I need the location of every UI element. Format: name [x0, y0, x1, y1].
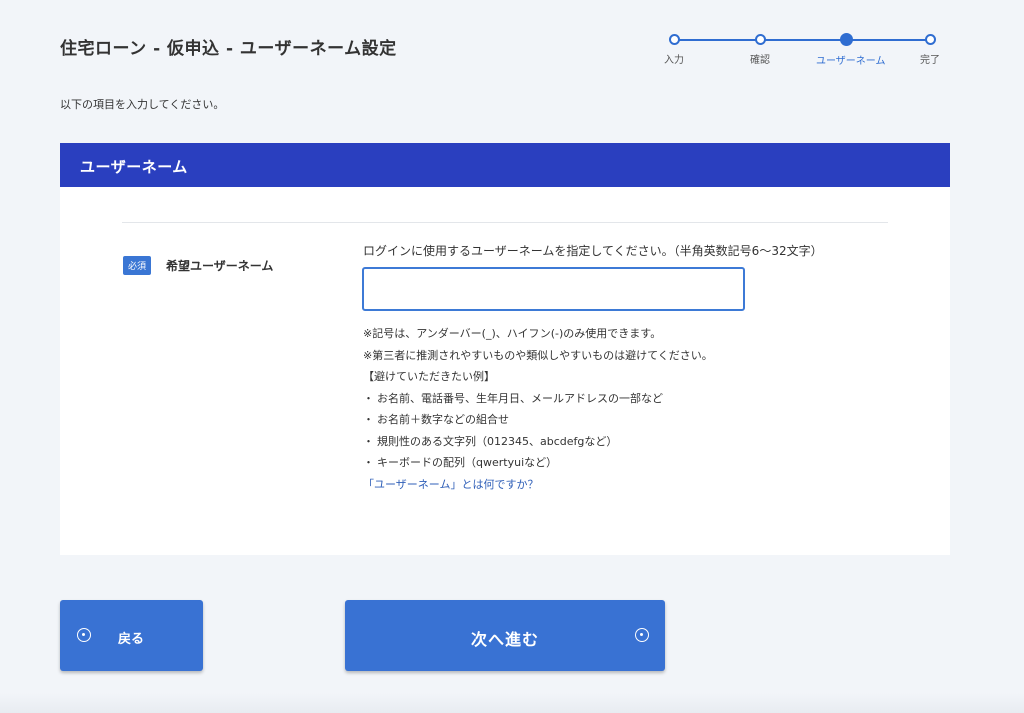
stepper-line [674, 39, 930, 41]
step-username: ユーザーネーム [816, 32, 886, 67]
list-item: ・ お名前＋数字などの組合せ [363, 409, 713, 431]
list-item: ・ キーボードの配列（qwertyuiなど） [363, 452, 713, 474]
next-button[interactable]: 次へ進む [345, 600, 665, 671]
list-item: ・ お名前、電話番号、生年月日、メールアドレスの一部など [363, 388, 713, 410]
step-dot [668, 34, 680, 45]
username-card: ユーザーネーム 必須 希望ユーザーネーム ログインに使用するユーザーネームを指定… [60, 143, 950, 555]
card-header: ユーザーネーム [60, 143, 950, 187]
username-input[interactable] [362, 267, 745, 311]
step-dot [924, 34, 936, 45]
bullet-mark: ・ [363, 434, 374, 448]
bullet-mark: ・ [363, 456, 374, 469]
step-dot [839, 33, 853, 46]
step-label: 確認 [750, 55, 770, 66]
required-badge: 必須 [123, 256, 152, 275]
page-title: 住宅ローン - 仮申込 - ユーザーネーム設定 [60, 39, 397, 59]
step-label: ユーザーネーム [816, 56, 886, 67]
list-item: ・ 規則性のある文字列（012345、abcdefgなど） [363, 431, 713, 453]
field-instruction: ログインに使用するユーザーネームを指定してください。（半角英数記号6〜32文字） [363, 244, 823, 258]
step-dot [754, 34, 766, 45]
page-footer-shade [0, 693, 1024, 713]
username-help-link[interactable]: 「ユーザーネーム」とは何ですか？ [363, 478, 538, 491]
step-confirm: 確認 [730, 32, 790, 66]
circle-dot-icon [77, 628, 91, 642]
progress-stepper: 入力 確認 ユーザーネーム 完了 [652, 32, 952, 72]
username-field-label: 希望ユーザーネーム [166, 259, 274, 273]
examples-title: 【避けていただきたい例】 [363, 370, 495, 383]
example-text: キーボードの配列（qwertyuiなど） [377, 456, 558, 469]
divider [122, 222, 888, 223]
note-symbols: ※記号は、アンダーバー(_)、ハイフン(-)のみ使用できます。 [363, 327, 662, 340]
bullet-mark: ・ [363, 391, 374, 405]
step-input: 入力 [644, 32, 704, 66]
example-text: お名前、電話番号、生年月日、メールアドレスの一部など [377, 391, 663, 405]
bullet-mark: ・ [363, 413, 374, 426]
note-avoid: ※第三者に推測されやすいものや類似しやすいものは避けてください。 [363, 348, 713, 362]
circle-dot-icon [635, 628, 649, 642]
back-button-label: 戻る [118, 632, 145, 647]
example-text: 規則性のある文字列（012345、abcdefgなど） [377, 434, 618, 448]
step-complete: 完了 [900, 32, 960, 66]
back-button[interactable]: 戻る [60, 600, 203, 671]
step-label: 完了 [920, 55, 940, 66]
next-button-label: 次へ進む [470, 630, 539, 649]
intro-text: 以下の項目を入力してください。 [60, 98, 225, 111]
step-label: 入力 [664, 55, 684, 66]
field-notes: ※記号は、アンダーバー(_)、ハイフン(-)のみ使用できます。 ※第三者に推測さ… [363, 323, 713, 495]
example-text: お名前＋数字などの組合せ [377, 413, 509, 426]
